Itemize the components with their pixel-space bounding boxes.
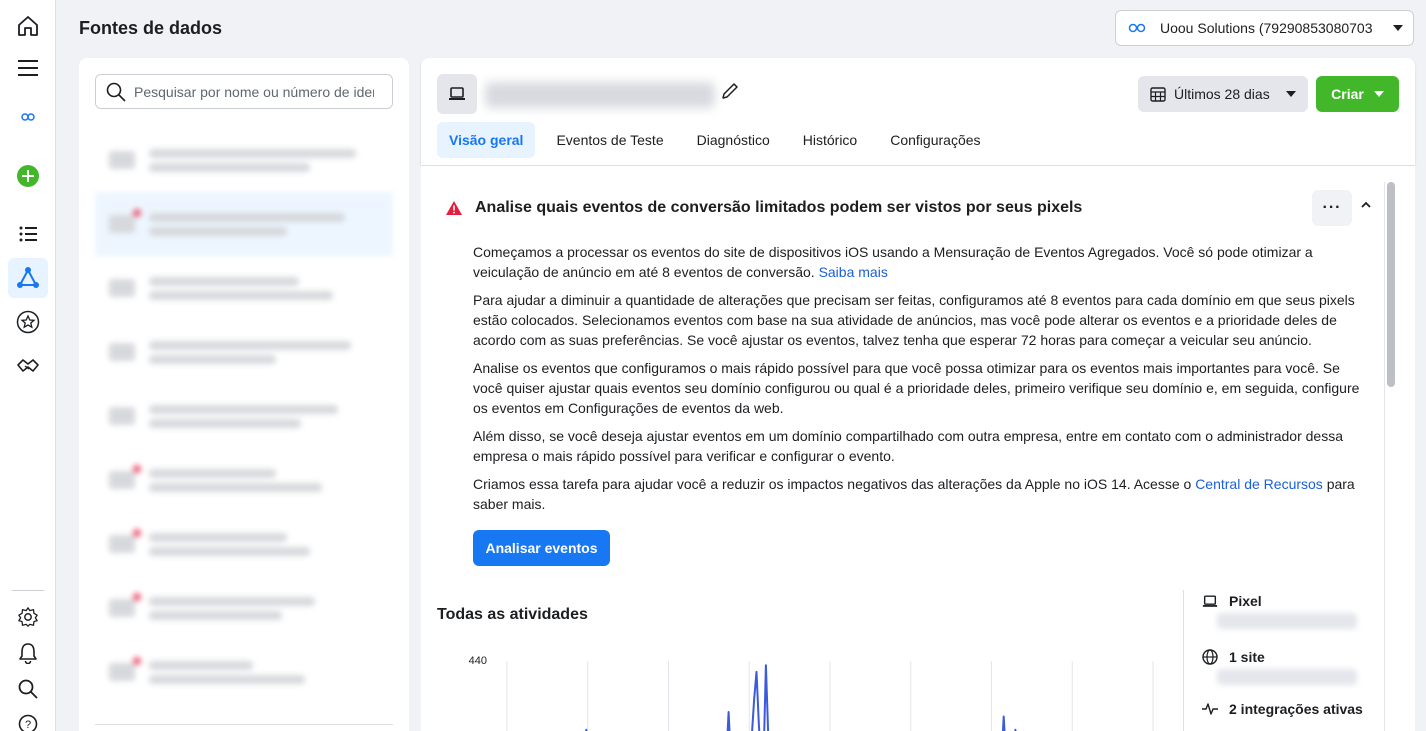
data-source-list bbox=[95, 128, 393, 704]
search-input[interactable] bbox=[134, 83, 374, 100]
bell-icon[interactable] bbox=[8, 633, 48, 673]
star-icon[interactable] bbox=[8, 302, 48, 342]
list-item[interactable] bbox=[95, 576, 393, 640]
help-icon[interactable]: ? bbox=[8, 704, 48, 731]
laptop-icon bbox=[1201, 592, 1219, 610]
create-plus-icon[interactable] bbox=[8, 156, 48, 196]
scrollbar[interactable] bbox=[1387, 182, 1395, 387]
handshake-icon[interactable] bbox=[8, 346, 48, 386]
svg-text:?: ? bbox=[25, 719, 31, 731]
date-range-label: Últimos 28 dias bbox=[1174, 86, 1270, 102]
search-icon bbox=[106, 82, 126, 102]
list-item[interactable] bbox=[95, 512, 393, 576]
analyze-events-button[interactable]: Analisar eventos bbox=[473, 530, 610, 566]
list-item[interactable] bbox=[95, 320, 393, 384]
menu-icon[interactable] bbox=[8, 48, 48, 88]
chevron-down-icon bbox=[1393, 25, 1403, 31]
list-item[interactable] bbox=[95, 128, 393, 192]
alert-paragraph: Começamos a processar os eventos do site… bbox=[473, 244, 1313, 280]
warning-icon bbox=[446, 201, 462, 215]
list-item[interactable] bbox=[95, 256, 393, 320]
alert-title: Analise quais eventos de conversão limit… bbox=[475, 199, 1083, 216]
side-integrations: 2 integrações ativas bbox=[1201, 700, 1363, 718]
tab-bar: Visão geral Eventos de Teste Diagnóstico… bbox=[437, 122, 1002, 158]
home-icon[interactable] bbox=[8, 6, 48, 46]
alert-paragraph: Além disso, se você deseja ajustar event… bbox=[473, 428, 1343, 464]
list-item[interactable] bbox=[95, 448, 393, 512]
chevron-down-icon bbox=[1373, 91, 1384, 97]
side-sites: 1 site bbox=[1201, 648, 1265, 666]
business-logo-icon[interactable] bbox=[8, 98, 48, 138]
date-range-button[interactable]: Últimos 28 dias bbox=[1138, 76, 1308, 112]
left-nav-rail: ? bbox=[0, 0, 56, 731]
list-item[interactable] bbox=[95, 384, 393, 448]
account-name: Uoou Solutions (79290853080703 bbox=[1160, 20, 1373, 36]
overview-content: Analise quais eventos de conversão limit… bbox=[421, 166, 1415, 731]
page-title: Fontes de dados bbox=[79, 18, 223, 38]
activity-pulse-icon bbox=[1201, 700, 1219, 718]
chevron-down-icon bbox=[1286, 91, 1296, 97]
calendar-icon bbox=[1150, 87, 1166, 102]
data-sources-panel bbox=[79, 58, 409, 731]
scroll-track bbox=[1384, 182, 1385, 731]
list-divider bbox=[95, 724, 393, 725]
data-source-header: Últimos 28 dias Criar Visão geral Evento… bbox=[421, 58, 1415, 165]
alert-paragraph: Para ajudar a diminuir a quantidade de a… bbox=[473, 292, 1355, 348]
chevron-up-icon[interactable] bbox=[1359, 198, 1375, 214]
pixel-id-redacted bbox=[1217, 613, 1357, 629]
alert-header: Analise quais eventos de conversão limit… bbox=[445, 199, 1082, 217]
search-field[interactable] bbox=[95, 74, 393, 109]
tab-history[interactable]: Histórico bbox=[791, 122, 869, 158]
resource-center-link[interactable]: Central de Recursos bbox=[1195, 476, 1323, 492]
gear-icon[interactable] bbox=[8, 597, 48, 637]
search-icon[interactable] bbox=[8, 669, 48, 709]
alert-paragraph: Criamos essa tarefa para ajudar você a r… bbox=[473, 476, 1355, 512]
activities-title: Todas as atividades bbox=[437, 606, 588, 623]
laptop-icon bbox=[437, 74, 477, 114]
globe-icon bbox=[1201, 648, 1219, 666]
account-selector[interactable]: Uoou Solutions (79290853080703 bbox=[1115, 10, 1414, 46]
create-button[interactable]: Criar bbox=[1316, 76, 1399, 112]
learn-more-link[interactable]: Saiba mais bbox=[819, 264, 888, 280]
alert-body: Começamos a processar os eventos do site… bbox=[473, 242, 1371, 522]
side-pixel: Pixel bbox=[1201, 592, 1262, 610]
activity-chart: 440 bbox=[469, 655, 1154, 731]
site-domain-redacted bbox=[1217, 669, 1357, 685]
y-tick-label: 440 bbox=[469, 655, 487, 667]
edit-pencil-icon[interactable] bbox=[720, 81, 742, 103]
tab-test-events[interactable]: Eventos de Teste bbox=[544, 122, 675, 158]
list-item[interactable] bbox=[95, 640, 393, 704]
tab-diagnostics[interactable]: Diagnóstico bbox=[685, 122, 782, 158]
events-manager-icon[interactable] bbox=[8, 258, 48, 298]
side-divider bbox=[1183, 590, 1184, 731]
alert-paragraph: Analise os eventos que configuramos o ma… bbox=[473, 360, 1360, 416]
rail-divider bbox=[12, 590, 44, 591]
more-options-button[interactable]: ··· bbox=[1312, 190, 1352, 226]
create-button-label: Criar bbox=[1331, 86, 1364, 102]
account-logo-icon bbox=[1126, 21, 1148, 35]
tab-settings[interactable]: Configurações bbox=[878, 122, 992, 158]
pixel-name-redacted bbox=[485, 82, 715, 108]
tab-overview[interactable]: Visão geral bbox=[437, 122, 536, 158]
list-item[interactable] bbox=[95, 192, 393, 256]
list-icon[interactable] bbox=[8, 214, 48, 254]
